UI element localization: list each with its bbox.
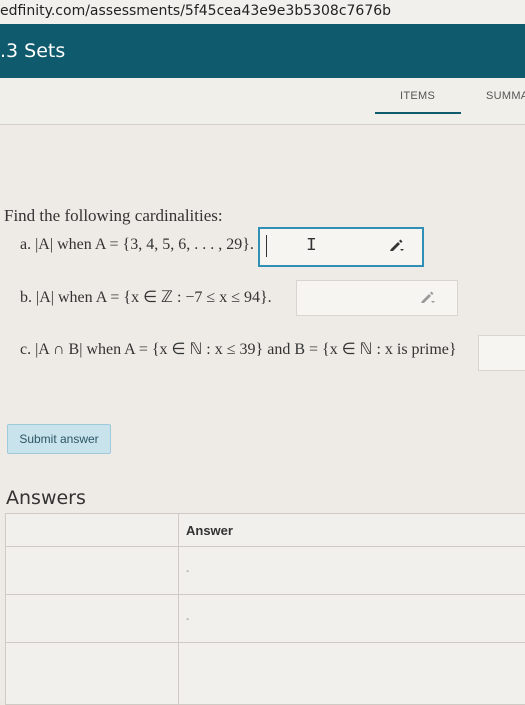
row-divider	[6, 594, 525, 595]
active-tab-indicator	[375, 112, 461, 114]
part-c-answer-input[interactable]	[478, 335, 525, 371]
tab-summary[interactable]: SUMMA	[486, 90, 525, 102]
answers-heading: Answers	[6, 487, 86, 509]
table-row-value: -	[186, 614, 190, 625]
browser-url-bar[interactable]: edfinity.com/assessments/5f45cea43e9e3b5…	[0, 0, 525, 24]
answers-table: Answer - -	[5, 513, 525, 705]
i-beam-cursor-icon: I	[306, 236, 317, 256]
tab-items[interactable]: ITEMS	[400, 90, 435, 102]
answer-column-header: Answer	[186, 523, 233, 538]
url-text: edfinity.com/assessments/5f45cea43e9e3b5…	[0, 3, 392, 19]
pencil-icon[interactable]	[389, 238, 405, 252]
row-divider	[6, 546, 525, 547]
column-divider	[178, 514, 179, 704]
table-row-value: -	[186, 566, 190, 577]
part-a-label: a. |A| when A = {3, 4, 5, 6, . . . , 29}…	[20, 236, 254, 253]
part-b-label: b. |A| when A = {x ∈ ℤ : −7 ≤ x ≤ 94}.	[20, 289, 272, 306]
pencil-icon[interactable]	[420, 290, 436, 304]
assignment-header: .3 Sets	[0, 24, 525, 78]
question-panel: Find the following cardinalities: a. |A|…	[0, 125, 525, 705]
part-c-label: c. |A ∩ B| when A = {x ∈ ℕ : x ≤ 39} and…	[20, 341, 457, 358]
assignment-title: .3 Sets	[0, 40, 66, 62]
row-divider	[6, 642, 525, 643]
submit-answer-button[interactable]: Submit answer	[7, 424, 111, 454]
text-caret	[266, 235, 267, 257]
tab-bar: ITEMS SUMMA	[0, 78, 525, 125]
question-prompt: Find the following cardinalities:	[4, 206, 223, 225]
